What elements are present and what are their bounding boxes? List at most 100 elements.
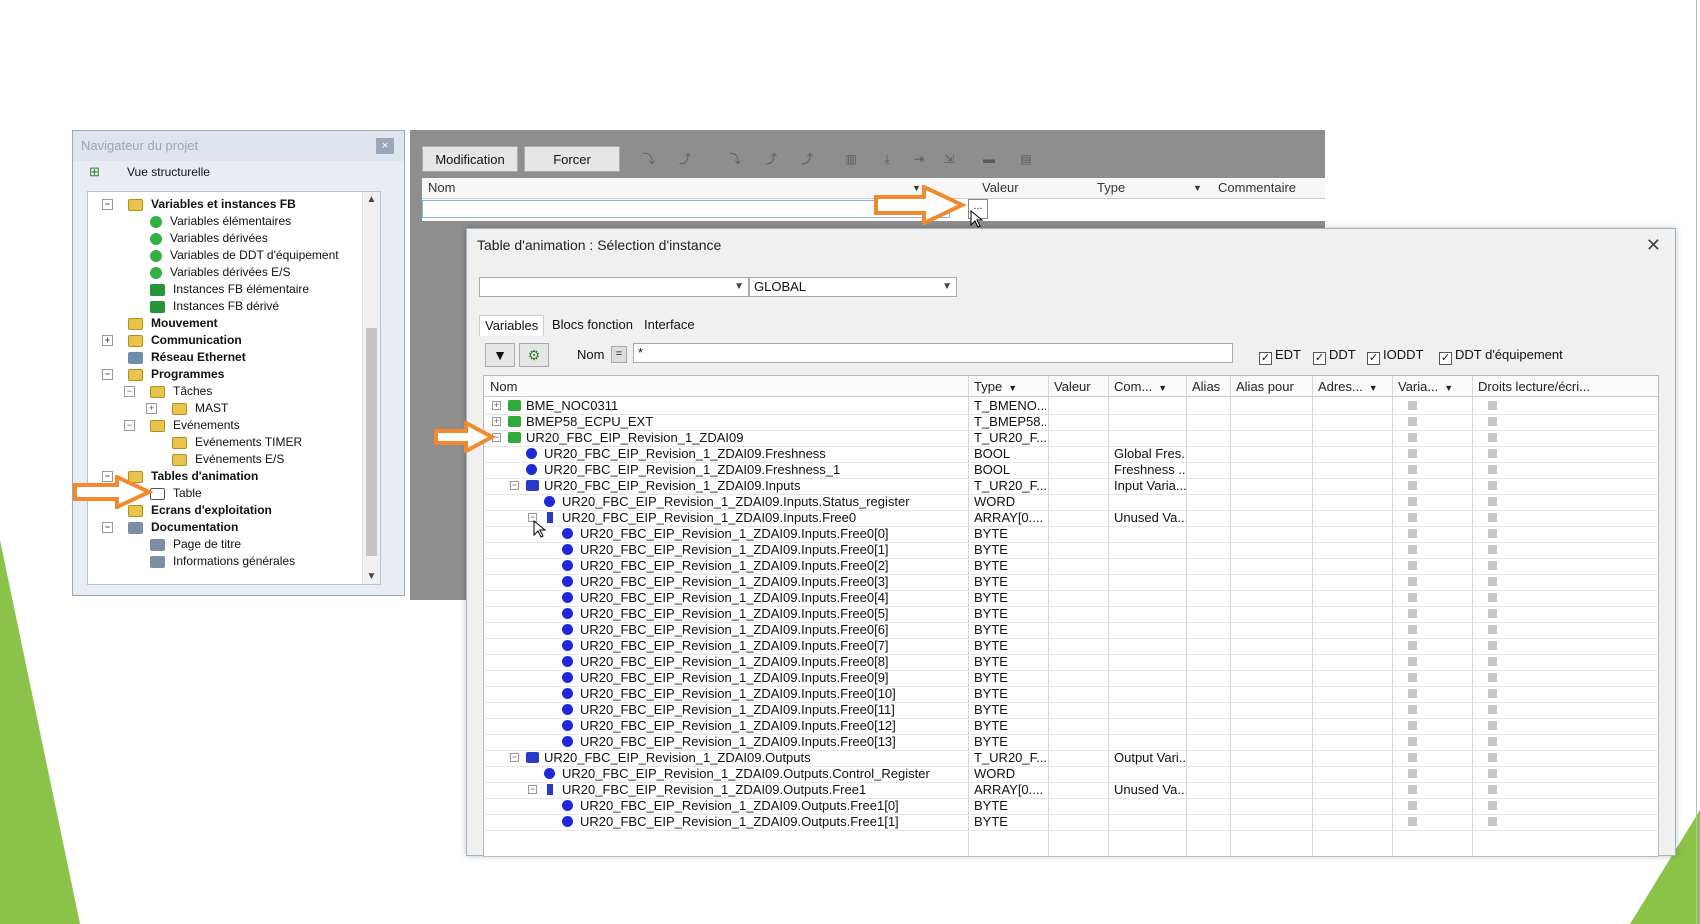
close-icon[interactable]: × xyxy=(376,138,394,154)
row-type: BYTE xyxy=(974,670,1008,685)
filter-table-icon[interactable]: ▬ xyxy=(982,152,996,166)
tree-item[interactable]: + MAST xyxy=(146,400,228,416)
tree-item[interactable]: − Variables et instances FB xyxy=(102,196,296,212)
row-comment xyxy=(1114,493,1186,510)
jump-icon[interactable]: ⇲ xyxy=(942,152,956,166)
col-comment-header[interactable]: Com... ▼ xyxy=(1114,379,1167,394)
folder-icon xyxy=(128,317,143,330)
edt-label: EDT xyxy=(1275,347,1301,362)
tree-item[interactable]: Mouvement xyxy=(128,315,218,331)
column-nom[interactable]: Nom xyxy=(428,180,455,195)
edt-checkbox[interactable]: ✓ EDT xyxy=(1259,347,1301,365)
tree-item[interactable]: − Programmes xyxy=(102,366,224,382)
column-valeur[interactable]: Valeur xyxy=(982,180,1019,195)
col-type-header[interactable]: Type ▼ xyxy=(974,379,1017,394)
column-type[interactable]: Type xyxy=(1097,180,1125,195)
column-commentaire[interactable]: Commentaire xyxy=(1218,180,1296,195)
close-icon[interactable]: ✕ xyxy=(1646,235,1661,256)
filter-icon[interactable]: ▼ xyxy=(485,343,515,367)
scroll-thumb[interactable] xyxy=(366,328,377,556)
col-rights-header[interactable]: Droits lecture/écri... xyxy=(1478,379,1590,394)
scroll-down-icon[interactable]: ▼ xyxy=(363,571,380,582)
toggle-icon[interactable]: ⤴ xyxy=(800,152,814,166)
expand-icon[interactable]: + xyxy=(146,403,157,414)
tree-item-label: Instances FB élémentaire xyxy=(173,282,310,296)
reset-icon[interactable]: ⤴ xyxy=(764,152,778,166)
tab-function-blocks[interactable]: Blocs fonction xyxy=(547,315,638,335)
equals-operator[interactable]: = xyxy=(611,346,627,363)
tree-item[interactable]: Variables de DDT d'équipement xyxy=(150,247,339,263)
tree-item[interactable]: Instances FB élémentaire xyxy=(150,281,309,297)
tree-item[interactable]: − Tâches xyxy=(124,383,212,399)
tree-item[interactable]: Instances FB dérivé xyxy=(150,298,279,314)
col-address-header[interactable]: Adres... ▼ xyxy=(1318,379,1378,394)
tab-interface[interactable]: Interface xyxy=(639,315,700,335)
collapse-icon[interactable]: − xyxy=(528,785,537,794)
tree-item[interactable]: Evénements TIMER xyxy=(172,434,302,450)
dot-icon xyxy=(562,800,573,811)
tree-item[interactable]: Variables dérivées E/S xyxy=(150,264,291,280)
table-row[interactable]: UR20_FBC_EIP_Revision_1_ZDAI09.Outputs.F… xyxy=(484,813,1658,831)
tree-item[interactable]: Page de titre xyxy=(150,536,241,552)
chevron-down-icon[interactable]: ▼ xyxy=(1158,383,1167,393)
scope-combo[interactable]: ▼ xyxy=(479,277,749,297)
down-icon[interactable]: ⤓ xyxy=(880,152,894,166)
scroll-up-icon[interactable]: ▲ xyxy=(363,194,380,205)
tree-item[interactable]: − Evénements xyxy=(124,417,240,433)
global-combo[interactable]: GLOBAL ▼ xyxy=(749,277,957,297)
collapse-icon[interactable]: − xyxy=(102,522,113,533)
step-icon[interactable]: ⇥ xyxy=(912,152,926,166)
tree-item[interactable]: Table xyxy=(150,485,202,501)
dot-icon xyxy=(562,624,573,635)
ddt-checkbox[interactable]: ✓ DDT xyxy=(1313,347,1356,365)
tab-variables[interactable]: Variables xyxy=(479,315,545,336)
chevron-down-icon[interactable]: ▼ xyxy=(1369,383,1378,393)
tree-item[interactable]: Informations générales xyxy=(150,553,295,569)
col-alias-for-header[interactable]: Alias pour xyxy=(1236,379,1294,394)
variable-name-input[interactable] xyxy=(422,200,950,218)
readonly-marker-icon xyxy=(1408,577,1417,586)
collapse-icon[interactable]: − xyxy=(102,199,113,210)
tree-item[interactable]: Evénements E/S xyxy=(172,451,284,467)
structural-view-label[interactable]: ⊞ Vue structurelle xyxy=(73,161,404,183)
folder-icon xyxy=(172,436,187,449)
tree-item[interactable]: + Communication xyxy=(102,332,242,348)
collapse-icon[interactable]: − xyxy=(102,369,113,380)
chevron-down-icon[interactable]: ▼ xyxy=(1193,183,1202,193)
row-type: T_UR20_F... xyxy=(974,750,1046,765)
col-value-header[interactable]: Valeur xyxy=(1054,379,1091,394)
tree-item[interactable]: − Documentation xyxy=(102,519,238,535)
collapse-icon[interactable]: − xyxy=(124,386,135,397)
collapse-icon[interactable]: − xyxy=(510,753,519,762)
tree-item[interactable]: Variables élémentaires xyxy=(150,213,291,229)
tree-item[interactable]: Réseau Ethernet xyxy=(128,349,246,365)
tree-item-label: Variables dérivées E/S xyxy=(170,265,291,279)
ioddt-checkbox[interactable]: ✓ IODDT xyxy=(1367,347,1423,365)
col-variable-header[interactable]: Varia... ▼ xyxy=(1398,379,1453,394)
chevron-down-icon[interactable]: ▼ xyxy=(1008,383,1017,393)
chevron-down-icon[interactable]: ▼ xyxy=(1444,383,1453,393)
modification-button[interactable]: Modification xyxy=(422,146,518,172)
force-button[interactable]: Forcer xyxy=(524,146,620,172)
col-alias-header[interactable]: Alias xyxy=(1192,379,1220,394)
tree-scrollbar[interactable]: ▲ ▼ xyxy=(362,192,380,584)
name-filter-input[interactable]: * xyxy=(633,343,1233,363)
col-name-header[interactable]: Nom xyxy=(490,379,517,394)
readonly-marker-icon xyxy=(1408,401,1417,410)
tree-item[interactable]: Variables dérivées xyxy=(150,230,268,246)
expand-icon[interactable]: + xyxy=(102,335,113,346)
columns-icon[interactable]: ▥ xyxy=(844,152,858,166)
ioddt-label: IODDT xyxy=(1383,347,1424,362)
collapse-icon[interactable]: − xyxy=(124,420,135,431)
collapse-icon[interactable]: − xyxy=(510,481,519,490)
readonly-marker-icon xyxy=(1408,497,1417,506)
force-icon[interactable]: ⤴ xyxy=(678,152,692,166)
folder-icon xyxy=(128,198,143,211)
gears-icon[interactable]: ⚙ xyxy=(519,343,549,367)
properties-icon[interactable]: ▤ xyxy=(1019,152,1033,166)
unforce-icon[interactable]: ⤵ xyxy=(642,152,656,166)
set-icon[interactable]: ⤵ xyxy=(728,152,742,166)
row-type: T_UR20_F... xyxy=(974,430,1046,445)
equipment-ddt-checkbox[interactable]: ✓ DDT d'équipement xyxy=(1439,347,1563,365)
expand-icon[interactable]: + xyxy=(492,401,501,410)
